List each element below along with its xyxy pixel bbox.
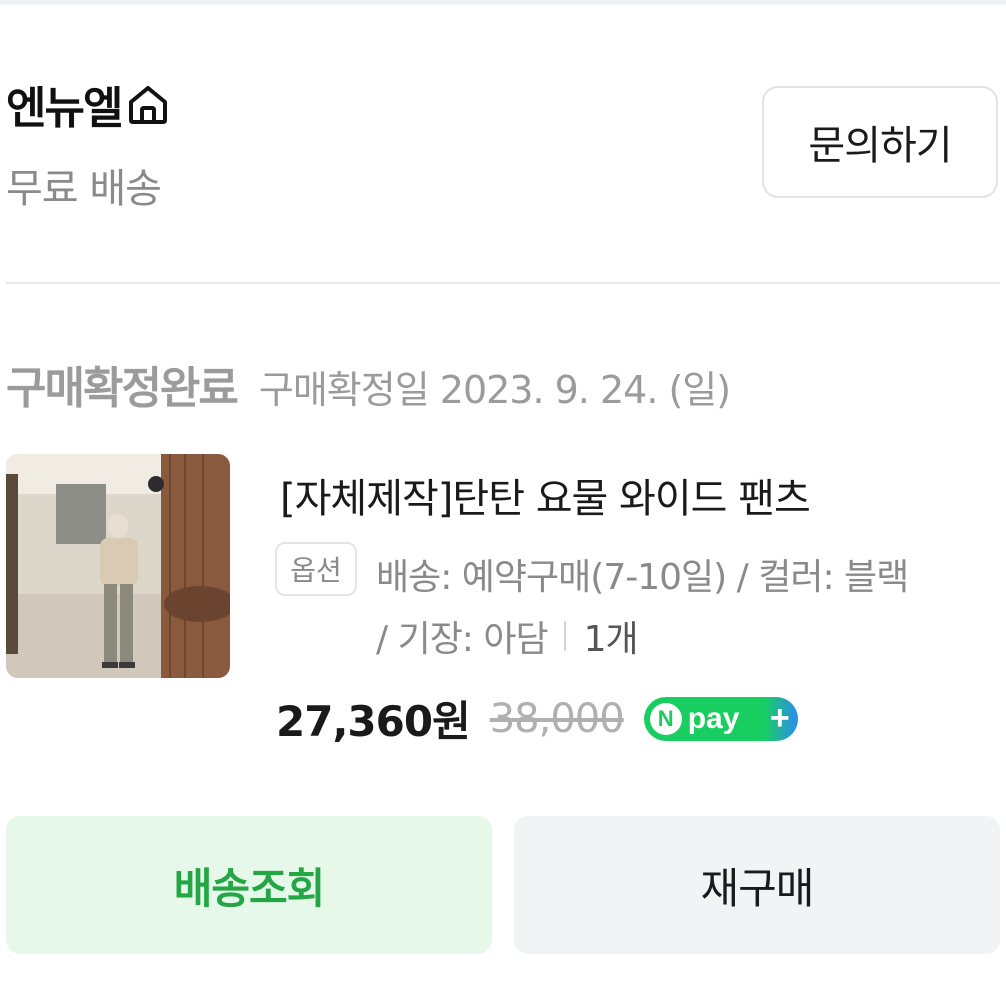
npay-plus-badge: N pay + (643, 696, 798, 741)
price-row: 27,360원 38,000 N pay + (276, 688, 798, 749)
option-length: / 기장: 아담 (376, 619, 549, 660)
plus-icon: + (769, 699, 790, 737)
track-delivery-button[interactable]: 배송조회 (6, 816, 492, 954)
sale-price: 27,360원 (276, 697, 471, 746)
shipping-info: 무료 배송 (6, 166, 162, 212)
order-status: 구매확정완료 (6, 363, 239, 414)
option-details-continued: / 기장: 아담 1개 (376, 610, 639, 662)
product-title[interactable]: [자체제작]탄탄 요물 와이드 팬츠 (280, 466, 811, 524)
inquiry-button[interactable]: 문의하기 (762, 86, 998, 198)
option-badge: 옵션 (275, 542, 357, 596)
confirm-date: 구매확정일 2023. 9. 24. (일) (258, 368, 731, 412)
npay-logo-icon: N (649, 702, 682, 735)
order-status-row: 구매확정완료 구매확정일 2023. 9. 24. (일) (6, 352, 731, 416)
store-name[interactable]: 엔뉴엘 (6, 72, 123, 136)
original-price: 38,000 (489, 695, 625, 742)
divider (6, 282, 1000, 284)
npay-text: pay (687, 701, 740, 735)
option-details: 배송: 예약구매(7-10일) / 컬러: 블랙 (376, 557, 909, 598)
store-header[interactable]: 엔뉴엘 (6, 72, 171, 136)
rebuy-button[interactable]: 재구매 (514, 816, 1000, 954)
quantity: 1개 (583, 619, 639, 660)
home-icon[interactable] (125, 81, 171, 127)
top-bar (0, 0, 1006, 5)
separator (563, 621, 566, 651)
product-thumbnail[interactable] (6, 454, 230, 678)
